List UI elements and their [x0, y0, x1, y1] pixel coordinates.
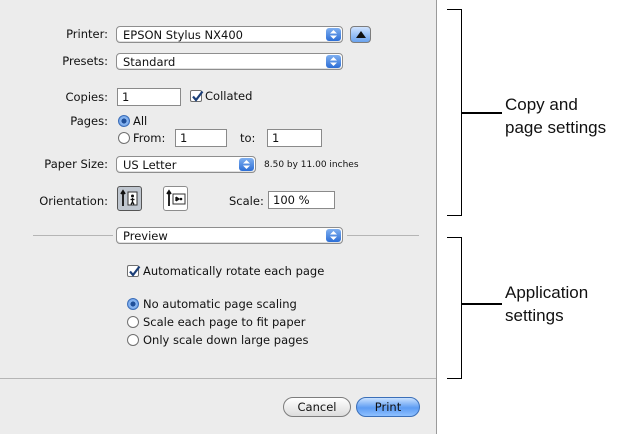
cancel-button[interactable]: Cancel — [283, 397, 351, 417]
orientation-portrait-button[interactable] — [117, 186, 142, 211]
popup-arrows-icon — [326, 229, 341, 242]
checkmark-icon — [129, 265, 141, 277]
application-callout-line1: Application — [505, 283, 589, 302]
pages-all-radio[interactable] — [118, 115, 130, 127]
separator-right — [347, 235, 419, 236]
paper-size-dimensions: 8.50 by 11.00 inches — [264, 160, 359, 170]
separator-left — [33, 235, 113, 236]
paper-size-value: US Letter — [123, 158, 177, 172]
portrait-orientation-icon — [120, 189, 138, 206]
copy-page-callout-line2: page settings — [505, 118, 607, 137]
collated-checkbox[interactable] — [190, 90, 204, 102]
pages-label: Pages: — [70, 114, 108, 128]
pages-all-label: All — [133, 114, 148, 128]
copy-page-bracket — [447, 9, 462, 216]
print-dialog: Printer: EPSON Stylus NX400 Presets: Sta… — [0, 0, 437, 434]
auto-rotate-checkbox[interactable] — [127, 265, 141, 277]
section-popup-value: Preview — [123, 229, 168, 243]
scaling-option-label: Only scale down large pages — [143, 333, 309, 347]
pages-from-label: From: — [133, 131, 166, 145]
copies-field[interactable]: 1 — [117, 88, 181, 106]
pages-to-label: to: — [240, 131, 256, 145]
popup-arrows-icon — [239, 158, 254, 171]
orientation-label: Orientation: — [39, 194, 108, 208]
scaling-option-radio[interactable] — [127, 298, 139, 310]
collated-label: Collated — [205, 89, 253, 103]
application-callout: Application settings — [505, 281, 588, 327]
disclosure-triangle-icon — [356, 31, 366, 38]
printer-popup[interactable]: EPSON Stylus NX400 — [116, 26, 343, 43]
application-callout-line2: settings — [505, 306, 564, 325]
application-leader — [462, 303, 502, 305]
pages-from-field[interactable]: 1 — [175, 129, 227, 147]
auto-rotate-label: Automatically rotate each page — [143, 264, 325, 278]
scaling-option-label: No automatic page scaling — [143, 297, 297, 311]
copy-page-callout-line1: Copy and — [505, 95, 578, 114]
printer-label: Printer: — [66, 27, 108, 41]
presets-value: Standard — [123, 55, 176, 69]
printer-value: EPSON Stylus NX400 — [123, 28, 243, 42]
paper-size-label: Paper Size: — [44, 157, 108, 171]
scaling-option-radio[interactable] — [127, 316, 139, 328]
scale-field[interactable]: 100 % — [268, 191, 335, 209]
section-popup[interactable]: Preview — [116, 227, 343, 244]
copy-page-callout: Copy and page settings — [505, 93, 606, 139]
presets-popup[interactable]: Standard — [116, 53, 343, 70]
presets-label: Presets: — [62, 54, 108, 68]
scaling-option-radio[interactable] — [127, 334, 139, 346]
copy-page-leader — [462, 112, 502, 114]
print-button[interactable]: Print — [356, 397, 420, 417]
orientation-landscape-button[interactable] — [163, 186, 188, 211]
landscape-orientation-icon — [166, 189, 186, 206]
paper-size-popup[interactable]: US Letter — [116, 156, 256, 173]
popup-arrows-icon — [326, 28, 341, 41]
application-bracket — [447, 237, 462, 379]
checkmark-icon — [192, 90, 204, 102]
popup-arrows-icon — [326, 55, 341, 68]
bottom-divider — [0, 378, 436, 379]
pages-to-field[interactable]: 1 — [267, 129, 322, 147]
pages-from-radio[interactable] — [118, 132, 130, 144]
disclosure-button[interactable] — [350, 26, 371, 43]
copies-label: Copies: — [65, 90, 108, 104]
scaling-option-label: Scale each page to fit paper — [143, 315, 306, 329]
scale-label: Scale: — [229, 194, 264, 208]
